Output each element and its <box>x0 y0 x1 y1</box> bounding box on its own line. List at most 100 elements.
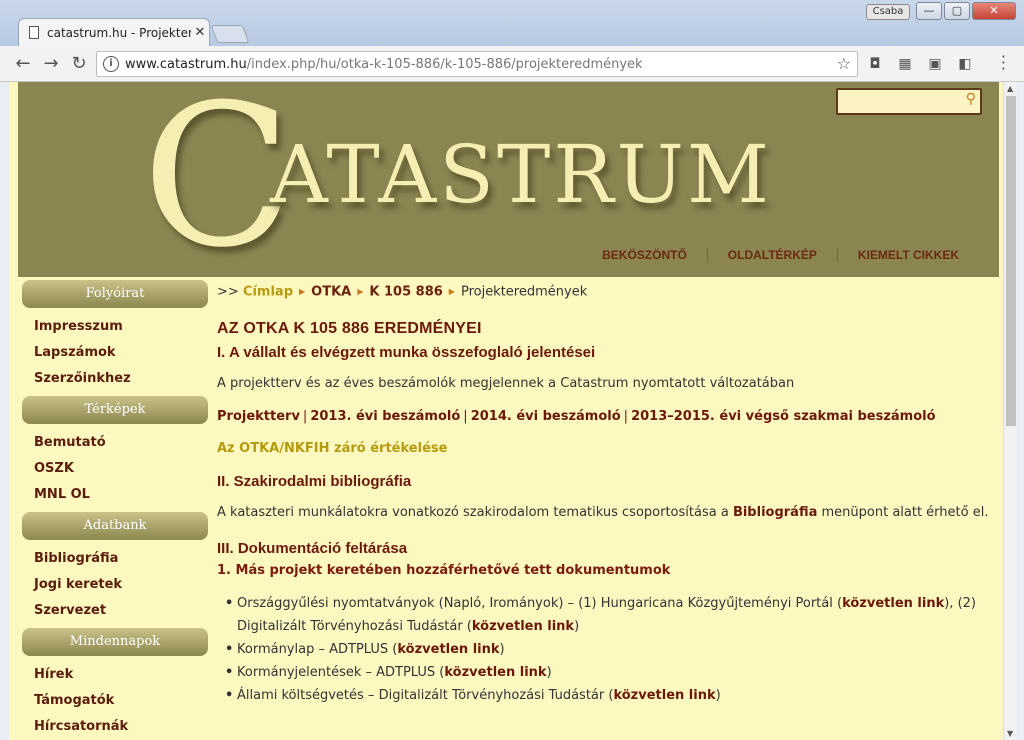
section-2-text-after: menüpont alatt érhető el. <box>821 505 989 520</box>
scrollbar-thumb[interactable] <box>1006 96 1016 426</box>
main-content: >> Címlap ▶ OTKA ▶ K 105 886 ▶ Projekteredmény… <box>217 280 997 707</box>
sidebar-item-hircsatornak[interactable]: Hírcsatornák <box>22 714 208 740</box>
forward-arrow-icon[interactable]: → <box>40 53 62 75</box>
minimize-button[interactable]: — <box>916 2 942 20</box>
sidebar-item-lapszamok[interactable]: Lapszámok <box>22 340 208 366</box>
search-icon[interactable]: ⚲ <box>966 91 976 107</box>
sidebar-item-jogi-keretek[interactable]: Jogi keretek <box>22 572 208 598</box>
direct-link[interactable]: közvetlen link <box>472 619 574 634</box>
breadcrumb-prefix: >> <box>217 284 239 300</box>
link-separator: | <box>623 409 629 424</box>
maximize-button[interactable]: ▢ <box>944 2 970 20</box>
nav-featured[interactable]: KIEMELT CIKKEK <box>836 248 979 262</box>
report-links: Projektterv | 2013. évi beszámoló | 2014. év… <box>217 409 997 424</box>
address-bar[interactable]: i www.catastrum.hu/index.php/hu/otka-k-1… <box>96 51 858 77</box>
sidebar-item-oszk[interactable]: OSZK <box>22 456 208 482</box>
browser-titlebar: catastrum.hu - Projekter ✕ Csaba — ▢ ✕ <box>0 0 1024 46</box>
list-item-text: ) <box>546 665 552 680</box>
site-search-input[interactable]: ⚲ <box>836 88 982 115</box>
extension-icon[interactable]: ▣ <box>926 55 944 73</box>
section-3-heading: III. Dokumentáció feltárása <box>217 540 408 557</box>
sidebar-heading-mindennapok: Mindennapok <box>22 628 208 656</box>
breadcrumb-arrow-icon: ▶ <box>357 287 364 296</box>
link-projektterv[interactable]: Projektterv <box>217 409 300 424</box>
browser-menu-icon[interactable]: · · · <box>1001 49 1006 77</box>
breadcrumb-otka[interactable]: OTKA <box>311 285 351 300</box>
breadcrumb-arrow-icon: ▶ <box>299 287 306 296</box>
link-final-evaluation[interactable]: Az OTKA/NKFIH záró értékelése <box>217 441 997 456</box>
bullet-icon: • <box>225 596 234 611</box>
url-path: /index.php/hu/otka-k-105-886/k-105-886/p… <box>246 56 643 72</box>
bullet-icon: • <box>225 665 234 680</box>
link-2013-report[interactable]: 2013. évi beszámoló <box>310 409 460 424</box>
section-1-heading: I. A vállalt és elvégzett munka összefog… <box>217 344 596 361</box>
sidebar-item-hirek[interactable]: Hírek <box>22 662 208 688</box>
bookmark-star-icon[interactable]: ☆ <box>837 54 851 73</box>
sidebar-heading-folyoirat: Folyóirat <box>22 280 208 308</box>
breadcrumb-arrow-icon: ▶ <box>448 287 455 296</box>
pdf-extension-icon[interactable]: ◧ <box>956 55 974 73</box>
scroll-up-icon[interactable]: ▲ <box>1007 84 1013 93</box>
link-2014-report[interactable]: 2014. évi beszámoló <box>471 409 621 424</box>
scroll-down-icon[interactable]: ▼ <box>1007 729 1013 738</box>
camera-icon[interactable]: ◘ <box>866 55 884 73</box>
tab-close-icon[interactable]: ✕ <box>191 25 209 40</box>
page-title: AZ OTKA K 105 886 EREDMÉNYEI <box>217 320 482 337</box>
user-profile-badge[interactable]: Csaba <box>866 4 910 20</box>
film-icon[interactable]: ▦ <box>896 55 914 73</box>
reload-icon[interactable]: ↻ <box>68 53 90 75</box>
sidebar-item-bibliografia[interactable]: Bibliográfia <box>22 546 208 572</box>
sidebar-item-mnl-ol[interactable]: MNL OL <box>22 482 208 508</box>
link-separator: | <box>463 409 468 424</box>
sidebar-item-szerzoinkhez[interactable]: Szerzőinkhez <box>22 366 208 392</box>
section-2-heading: II. Szakirodalmi bibliográfia <box>217 473 412 490</box>
sidebar-item-impresszum[interactable]: Impresszum <box>22 314 208 340</box>
page-icon <box>29 26 39 39</box>
section-3-subheading: 1. Más projekt keretében hozzáférhetővé … <box>217 563 671 578</box>
site-logo-text[interactable]: ATASTRUM <box>270 130 772 220</box>
section-2-text: A kataszteri munkálatokra vonatkozó szak… <box>217 504 997 522</box>
link-separator: | <box>302 409 308 424</box>
browser-tab[interactable]: catastrum.hu - Projekter ✕ <box>18 18 210 46</box>
close-window-button[interactable]: ✕ <box>972 2 1016 20</box>
section-2-text-before: A kataszteri munkálatokra vonatkozó szak… <box>217 505 729 520</box>
sidebar-item-tamogatok[interactable]: Támogatók <box>22 688 208 714</box>
vertical-scrollbar[interactable]: ▲ ▼ <box>1003 82 1017 740</box>
sidebar-item-szervezet[interactable]: Szervezet <box>22 598 208 624</box>
url-host: www.catastrum.hu <box>125 56 247 72</box>
list-item: • Kormánylap – ADTPLUS (közvetlen link) <box>225 638 997 661</box>
bullet-icon: • <box>225 642 234 657</box>
list-item-text: Kormánylap – ADTPLUS ( <box>237 642 398 657</box>
sidebar-heading-adatbank: Adatbank <box>22 512 208 540</box>
direct-link[interactable]: közvetlen link <box>842 596 944 611</box>
list-item-text: Országgyűlési nyomtatványok (Napló, Irom… <box>237 596 843 611</box>
back-arrow-icon[interactable]: ← <box>12 53 34 75</box>
direct-link[interactable]: közvetlen link <box>444 665 546 680</box>
page-viewport: C ATASTRUM ⚲ BEKÖSZÖNTŐ OLDALTÉRKÉP KIEM… <box>9 82 1003 740</box>
new-tab-button[interactable] <box>210 25 250 43</box>
breadcrumb: >> Címlap ▶ OTKA ▶ K 105 886 ▶ Projekteredmény… <box>217 280 997 304</box>
info-icon[interactable]: i <box>103 56 119 72</box>
nav-welcome[interactable]: BEKÖSZÖNTŐ <box>582 248 707 262</box>
section-1-text: A projektterv és az éves beszámolók megj… <box>217 376 795 391</box>
link-bibliografia[interactable]: Bibliográfia <box>733 505 817 520</box>
list-item-text: Állami költségvetés – Digitalizált Törvé… <box>237 688 614 703</box>
breadcrumb-current: Projekteredmények <box>460 284 588 300</box>
sidebar: Folyóirat Impresszum Lapszámok Szerzőink… <box>22 280 208 740</box>
tab-title: catastrum.hu - Projekter <box>47 25 191 40</box>
breadcrumb-home[interactable]: Címlap <box>243 285 293 300</box>
list-item: • Állami költségvetés – Digitalizált Tör… <box>225 684 997 707</box>
site-banner: C ATASTRUM ⚲ BEKÖSZÖNTŐ OLDALTÉRKÉP KIEM… <box>18 82 999 277</box>
direct-link[interactable]: közvetlen link <box>613 688 715 703</box>
sidebar-item-bemutato[interactable]: Bemutató <box>22 430 208 456</box>
list-item-text: ) <box>574 619 580 634</box>
link-final-report[interactable]: 2013–2015. évi végső szakmai beszámoló <box>631 409 935 424</box>
list-item: • Kormányjelentések – ADTPLUS (közvetlen… <box>225 661 997 684</box>
sidebar-heading-terkepek: Térképek <box>22 396 208 424</box>
direct-link[interactable]: közvetlen link <box>397 642 499 657</box>
breadcrumb-project[interactable]: K 105 886 <box>369 285 442 300</box>
window-controls: — ▢ ✕ <box>916 2 1016 20</box>
list-item: • Országgyűlési nyomtatványok (Napló, Ir… <box>225 592 997 638</box>
top-navigation: BEKÖSZÖNTŐ OLDALTÉRKÉP KIEMELT CIKKEK <box>582 248 979 262</box>
nav-sitemap[interactable]: OLDALTÉRKÉP <box>706 248 837 262</box>
